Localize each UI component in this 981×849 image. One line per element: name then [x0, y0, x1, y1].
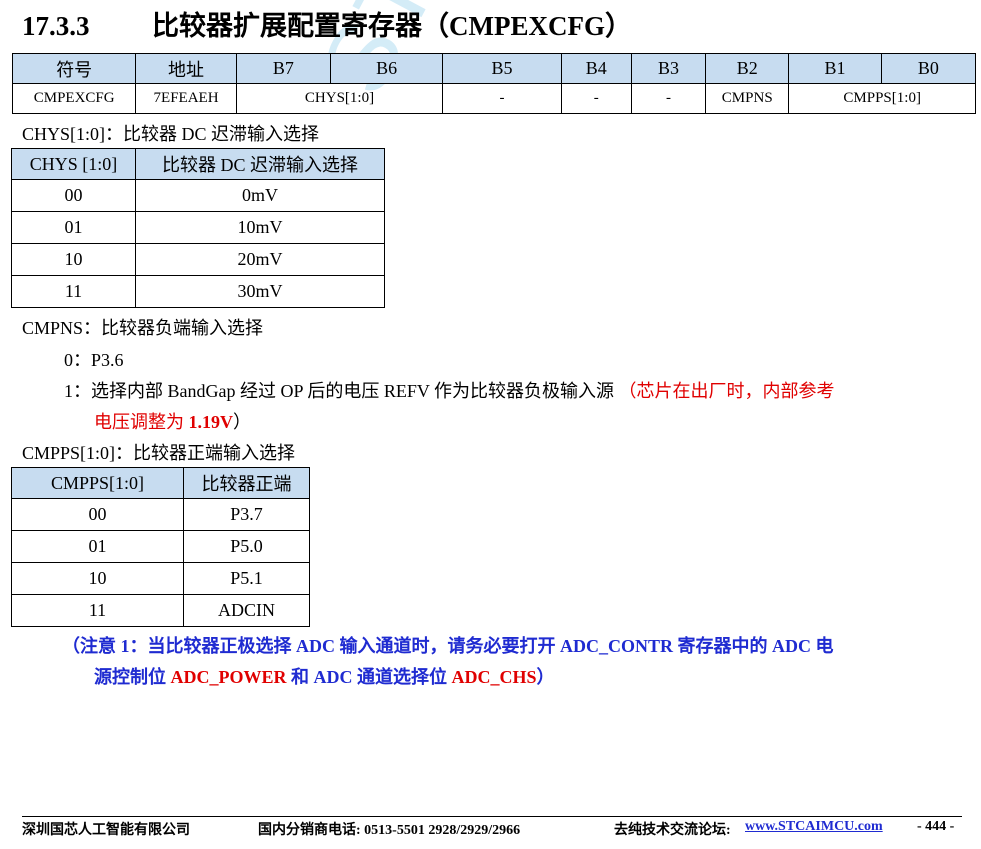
header-b5: B5: [442, 53, 562, 84]
cmpns-note-value: 1.19V: [188, 412, 234, 432]
chys-code: 11: [11, 275, 136, 308]
cmpps-table: CMPPS[1:0] 比较器正端 00 P3.7 01 P5.0 10 P5.1 11…: [11, 467, 310, 627]
footer-forum-link[interactable]: www.STCAIMCU.com: [745, 819, 883, 835]
note-text-e: ）: [536, 667, 555, 687]
note-adc-chs: ADC_CHS: [451, 667, 537, 687]
cmpps-code: 00: [11, 498, 184, 531]
cell-cmpns: CMPNS: [705, 83, 790, 114]
header-b3: B3: [630, 53, 707, 84]
register-table: 符号 地址 B7 B6 B5 B4 B3 B2 B1 B0 CMPEXCFG 7…: [11, 53, 977, 114]
table-row: 01 P5.0: [11, 530, 310, 563]
cmpps-code: 10: [11, 562, 184, 595]
cmpps-value: P5.1: [183, 562, 310, 595]
cell-cmpps: CMPPS[1:0]: [788, 83, 976, 114]
cmpps-code: 01: [11, 530, 184, 563]
note-text-a: 源控制位: [94, 667, 166, 687]
cmpps-header-desc: 比较器正端: [183, 467, 310, 499]
cmpns-note-end: ）: [233, 412, 251, 432]
cmpns-description: CMPNS：比较器负端输入选择: [22, 318, 264, 338]
table-row: 10 P5.1: [11, 562, 310, 595]
chys-description: CHYS[1:0]：比较器 DC 迟滞输入选择: [22, 124, 320, 144]
cmpps-value: ADCIN: [183, 594, 310, 627]
note-line-2: 源控制位 ADC_POWER 和 ADC 通道选择位 ADC_CHS）: [94, 663, 555, 689]
header-address: 地址: [135, 53, 237, 84]
cmpns-note-cont: 电压调整为 1.19V）: [94, 408, 251, 434]
note-text-c: 和 ADC 通道选择位: [291, 667, 447, 687]
table-row: 00 P3.7: [11, 498, 310, 531]
cell-b5: -: [442, 83, 562, 114]
header-b7: B7: [235, 53, 331, 84]
note-adc-power: ADC_POWER: [170, 667, 287, 687]
chys-code: 10: [11, 243, 136, 276]
note-line-1: （注意 1：当比较器正极选择 ADC 输入通道时，请务必要打开 ADC_CONT…: [62, 636, 834, 656]
chys-code: 00: [11, 179, 136, 212]
cmpns-option-0: 0：P3.6: [64, 350, 124, 370]
table-row: 11 ADCIN: [11, 594, 310, 627]
footer-page-number: - 444 -: [917, 819, 955, 834]
chys-header-code: CHYS [1:0]: [11, 148, 136, 180]
register-header-row: 符号 地址 B7 B6 B5 B4 B3 B2 B1 B0: [11, 53, 977, 84]
cmpps-header-row: CMPPS[1:0] 比较器正端: [11, 467, 310, 499]
cmpns-option-1-text: 1：选择内部 BandGap 经过 OP 后的电压 REFV 作为比较器负极输入…: [64, 381, 615, 401]
cmpps-header-code: CMPPS[1:0]: [11, 467, 184, 499]
section-heading: 17.3.3 比较器扩展配置寄存器（CMPEXCFG）: [22, 4, 632, 43]
chys-value: 10mV: [135, 211, 385, 244]
footer-company: 深圳国芯人工智能有限公司: [22, 823, 190, 838]
cmpns-note-text: 电压调整为: [94, 412, 184, 432]
table-row: 00 0mV: [11, 179, 385, 212]
cmpps-value: P5.0: [183, 530, 310, 563]
cell-chys: CHYS[1:0]: [235, 83, 444, 114]
cmpps-code: 11: [11, 594, 184, 627]
table-row: 10 20mV: [11, 243, 385, 276]
chys-value: 30mV: [135, 275, 385, 308]
chys-value: 20mV: [135, 243, 385, 276]
table-row: 11 30mV: [11, 275, 385, 308]
cmpns-option-1: 1：选择内部 BandGap 经过 OP 后的电压 REFV 作为比较器负极输入…: [64, 377, 835, 403]
section-number: 17.3.3: [22, 11, 90, 41]
chys-table: CHYS [1:0] 比较器 DC 迟滞输入选择 00 0mV 01 10mV 10…: [11, 148, 385, 308]
page-footer: 深圳国芯人工智能有限公司 国内分销商电话: 0513-5501 2928/292…: [22, 816, 962, 838]
section-title: 比较器扩展配置寄存器（CMPEXCFG）: [152, 11, 632, 41]
chys-header-row: CHYS [1:0] 比较器 DC 迟滞输入选择: [11, 148, 385, 180]
header-symbol: 符号: [11, 53, 137, 84]
header-b2: B2: [705, 53, 790, 84]
chys-header-desc: 比较器 DC 迟滞输入选择: [135, 148, 385, 180]
cmpns-note-start: （芯片在出厂时，内部参考: [618, 381, 835, 401]
footer-hotline: 国内分销商电话: 0513-5501 2928/2929/2966: [258, 823, 521, 838]
chys-code: 01: [11, 211, 136, 244]
cell-b3: -: [630, 83, 707, 114]
header-b6: B6: [329, 53, 444, 84]
header-b0: B0: [880, 53, 977, 84]
register-value-row: CMPEXCFG 7EFEAEH CHYS[1:0] - - - CMPNS C…: [11, 83, 976, 114]
footer-forum-label: 去纯技术交流论坛:: [614, 823, 731, 838]
cell-b4: -: [560, 83, 632, 114]
cell-symbol: CMPEXCFG: [11, 83, 137, 114]
table-row: 01 10mV: [11, 211, 385, 244]
cmpps-value: P3.7: [183, 498, 310, 531]
header-b1: B1: [788, 53, 882, 84]
header-b4: B4: [560, 53, 632, 84]
cmpps-description: CMPPS[1:0]：比较器正端输入选择: [22, 443, 296, 463]
cell-address: 7EFEAEH: [135, 83, 237, 114]
chys-value: 0mV: [135, 179, 385, 212]
